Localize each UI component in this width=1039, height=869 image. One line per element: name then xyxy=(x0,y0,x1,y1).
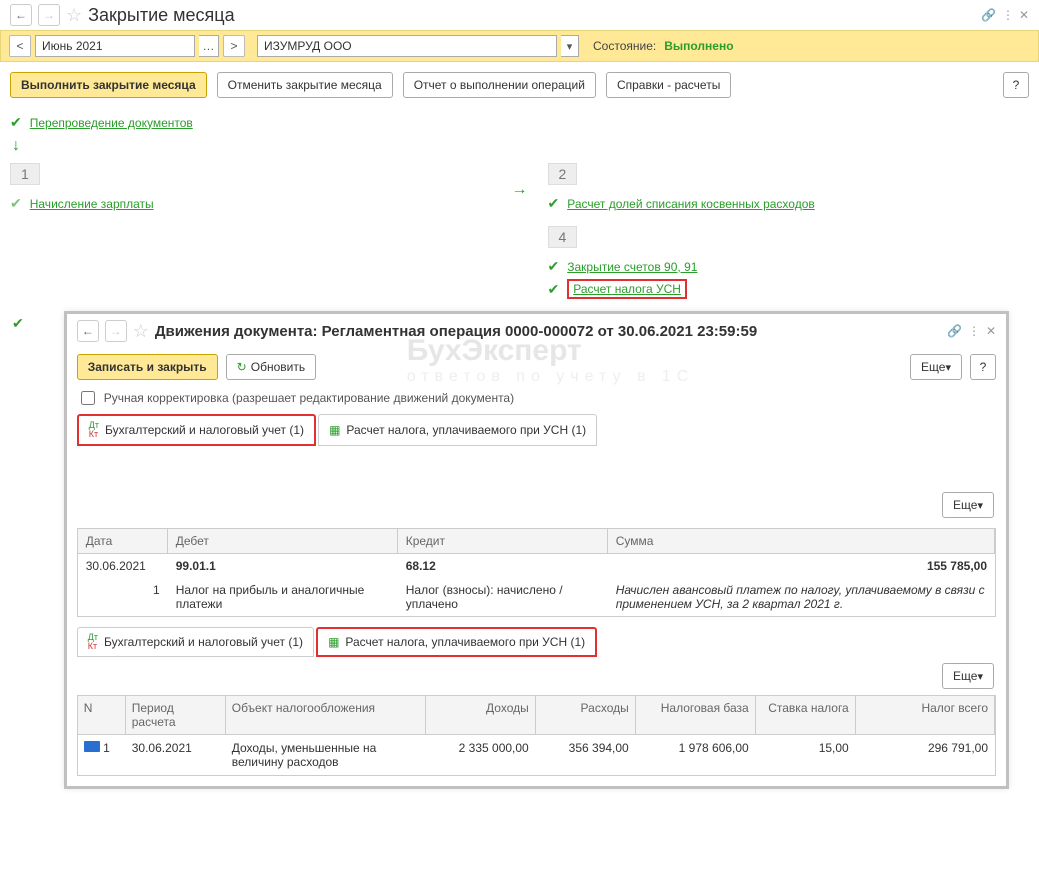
right-arrow-icon: → xyxy=(512,181,528,199)
col-n: N xyxy=(78,696,126,734)
close-90-91-link[interactable]: Закрытие счетов 90, 91 xyxy=(567,260,697,274)
tab-accounting[interactable]: ДтКт Бухгалтерский и налоговый учет (1) xyxy=(77,414,316,446)
stage-1-number: 1 xyxy=(10,163,40,185)
col-expenses: Расходы xyxy=(536,696,636,734)
execute-closing-button[interactable]: Выполнить закрытие месяца xyxy=(10,72,207,98)
dtkt-icon: ДтКт xyxy=(88,633,98,651)
period-picker-button[interactable]: … xyxy=(199,35,219,57)
manual-correction-input[interactable] xyxy=(81,391,95,405)
modal-toolbar: Записать и закрыть ↻Обновить Еще ▾ ? xyxy=(67,348,1006,386)
col-object: Объект налогообложения xyxy=(226,696,426,734)
main-window: ← → ☆ Закрытие месяца 🔗 ⋮ ✕ < Июнь 2021 … xyxy=(0,0,1039,799)
col-sum: Сумма xyxy=(608,529,995,553)
help-button[interactable]: ? xyxy=(970,354,996,380)
period-prev-button[interactable]: < xyxy=(9,35,31,57)
tab-usn-calc-bottom[interactable]: ▦ Расчет налога, уплачиваемого при УСН (… xyxy=(316,627,597,657)
refresh-icon: ↻ xyxy=(237,360,247,374)
check-icon: ✔ xyxy=(10,114,22,131)
accounting-entries-table: Дата Дебет Кредит Сумма 30.06.2021 99.01… xyxy=(77,528,996,617)
manual-correction-checkbox[interactable]: Ручная корректировка (разрешает редактир… xyxy=(67,386,1006,410)
col-period: Период расчета xyxy=(126,696,226,734)
grid-icon: ▦ xyxy=(329,423,340,437)
usn-calc-table: N Период расчета Объект налогообложения … xyxy=(77,695,996,776)
col-credit: Кредит xyxy=(398,529,608,553)
period-field[interactable]: Июнь 2021 xyxy=(35,35,195,57)
indirect-costs-link[interactable]: Расчет долей списания косвенных расходов xyxy=(567,197,815,211)
tabs-top: ДтКт Бухгалтерский и налоговый учет (1) … xyxy=(67,414,1006,446)
stage-1: 1 ✔ Начисление зарплаты xyxy=(10,163,492,216)
col-tax-total: Налог всего xyxy=(856,696,995,734)
main-title: Закрытие месяца xyxy=(88,5,234,26)
check-icon: ✔ xyxy=(12,315,24,332)
usn-tax-link[interactable]: Расчет налога УСН xyxy=(573,282,681,296)
stages-row-1: 1 ✔ Начисление зарплаты → 2 ✔ Расчет дол… xyxy=(0,163,1039,216)
state-label: Состояние: xyxy=(593,39,656,53)
refresh-button[interactable]: ↻Обновить xyxy=(226,354,316,380)
operations-report-button[interactable]: Отчет о выполнении операций xyxy=(403,72,596,98)
table-row[interactable]: 30.06.2021 99.01.1 68.12 155 785,00 xyxy=(78,554,995,578)
modal-titlebar: ← → ☆ Движения документа: Регламентная о… xyxy=(67,314,1006,348)
stage-2-number: 2 xyxy=(548,163,578,185)
repost-documents-link[interactable]: Перепроведение документов xyxy=(30,116,193,130)
organization-dropdown-button[interactable]: ▾ xyxy=(561,35,579,57)
modal-nav-forward-button[interactable]: → xyxy=(105,320,127,342)
modal-title: Движения документа: Регламентная операци… xyxy=(155,323,757,340)
record-icon xyxy=(84,741,100,752)
more-button[interactable]: Еще ▾ xyxy=(910,354,962,380)
col-rate: Ставка налога xyxy=(756,696,856,734)
check-icon: ✔ xyxy=(548,195,560,212)
close-icon[interactable]: ✕ xyxy=(1019,8,1029,22)
check-icon: ✔ xyxy=(10,195,22,212)
col-debit: Дебет xyxy=(168,529,398,553)
organization-field[interactable]: ИЗУМРУД ООО xyxy=(257,35,557,57)
link-icon[interactable]: 🔗 xyxy=(981,8,996,22)
favorite-star-icon[interactable]: ☆ xyxy=(66,5,82,26)
check-icon: ✔ xyxy=(548,258,560,275)
nav-back-button[interactable]: ← xyxy=(10,4,32,26)
save-and-close-button[interactable]: Записать и закрыть xyxy=(77,354,218,380)
stages-row-2: 4 ✔ Закрытие счетов 90, 91 ✔ Расчет нало… xyxy=(0,226,1039,303)
more-button-table1[interactable]: Еще ▾ xyxy=(942,492,994,518)
link-icon[interactable]: 🔗 xyxy=(947,324,962,338)
repost-section: ✔ Перепроведение документов ↓ xyxy=(0,114,1039,155)
stage-4-number: 4 xyxy=(548,226,578,248)
more-vert-icon[interactable]: ⋮ xyxy=(1002,8,1013,22)
state-value: Выполнено xyxy=(664,39,733,53)
cancel-closing-button[interactable]: Отменить закрытие месяца xyxy=(217,72,393,98)
tab-usn-calc[interactable]: ▦ Расчет налога, уплачиваемого при УСН (… xyxy=(318,414,597,446)
col-tax-base: Налоговая база xyxy=(636,696,756,734)
stage-2: 2 ✔ Расчет долей списания косвенных расх… xyxy=(548,163,1030,216)
col-income: Доходы xyxy=(426,696,536,734)
period-bar: < Июнь 2021 … > ИЗУМРУД ООО ▾ Состояние:… xyxy=(0,30,1039,62)
document-movements-modal: ← → ☆ Движения документа: Регламентная о… xyxy=(64,311,1009,789)
nav-forward-button[interactable]: → xyxy=(38,4,60,26)
down-arrow-icon: ↓ xyxy=(12,137,1027,155)
period-next-button[interactable]: > xyxy=(223,35,245,57)
table-row[interactable]: 1 30.06.2021 Доходы, уменьшенные на вели… xyxy=(78,735,995,775)
table-row[interactable]: 1 Налог на прибыль и аналогичные платежи… xyxy=(78,578,995,616)
main-titlebar: ← → ☆ Закрытие месяца 🔗 ⋮ ✕ xyxy=(0,0,1039,30)
modal-nav-back-button[interactable]: ← xyxy=(77,320,99,342)
grid-icon: ▦ xyxy=(328,635,339,649)
close-icon[interactable]: ✕ xyxy=(986,324,996,338)
tabs-bottom: ДтКт Бухгалтерский и налоговый учет (1) … xyxy=(67,627,1006,657)
references-button[interactable]: Справки - расчеты xyxy=(606,72,731,98)
check-icon: ✔ xyxy=(548,281,560,298)
help-button[interactable]: ? xyxy=(1003,72,1029,98)
favorite-star-icon[interactable]: ☆ xyxy=(133,321,149,342)
dtkt-icon: ДтКт xyxy=(89,421,99,439)
stage-4: 4 ✔ Закрытие счетов 90, 91 ✔ Расчет нало… xyxy=(548,226,1030,303)
more-vert-icon[interactable]: ⋮ xyxy=(968,324,980,338)
more-button-table2[interactable]: Еще ▾ xyxy=(942,663,994,689)
col-date: Дата xyxy=(78,529,168,553)
payroll-link[interactable]: Начисление зарплаты xyxy=(30,197,154,211)
tab-accounting-bottom[interactable]: ДтКт Бухгалтерский и налоговый учет (1) xyxy=(77,627,314,657)
main-toolbar: Выполнить закрытие месяца Отменить закры… xyxy=(0,62,1039,108)
